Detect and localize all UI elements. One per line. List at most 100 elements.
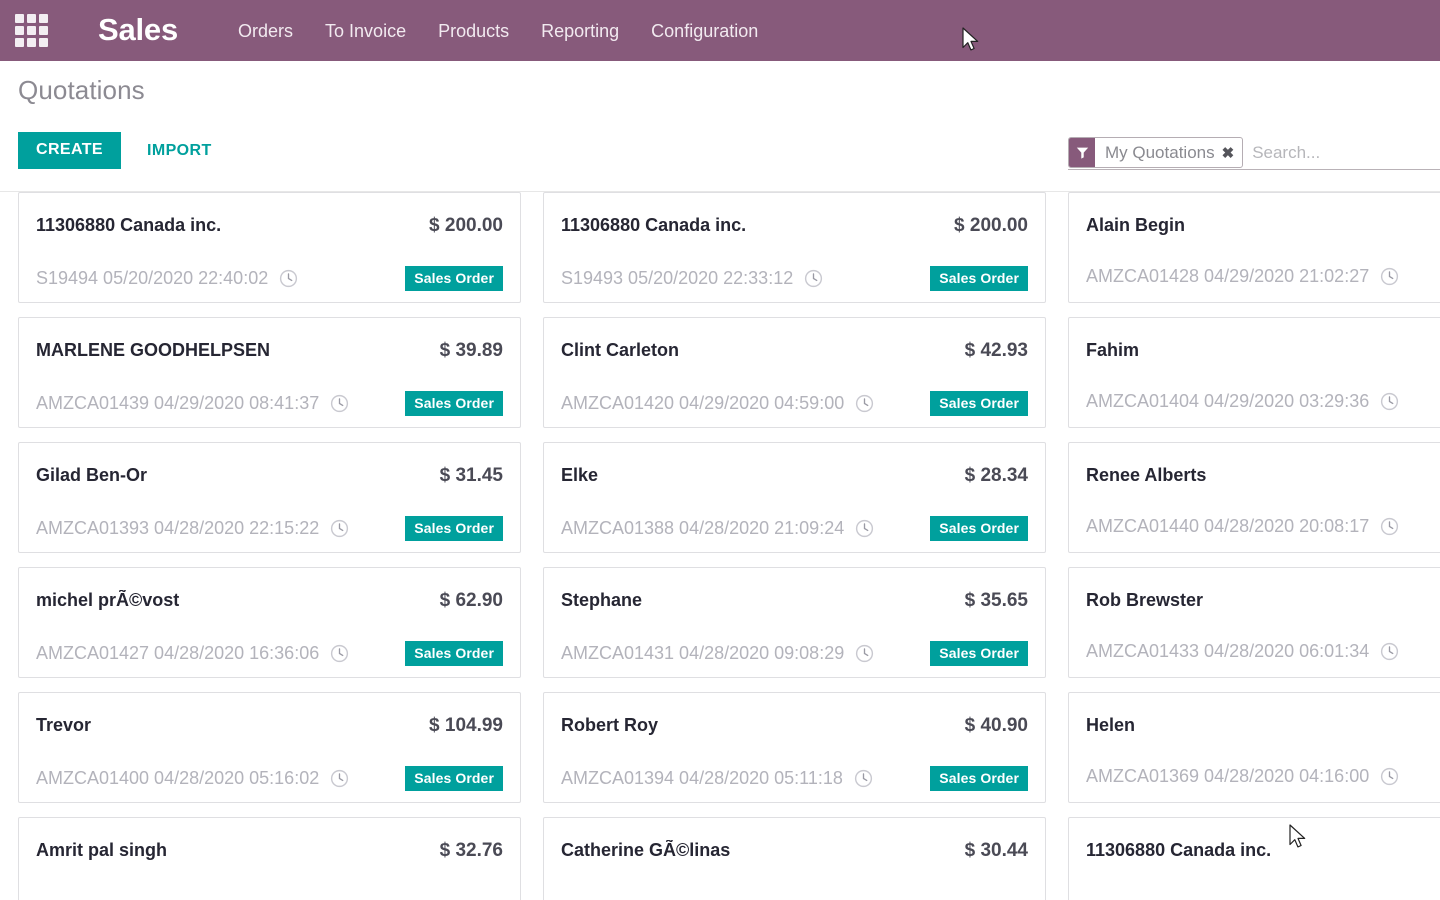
order-reference: AMZCA01428 04/29/2020 21:02:27: [1086, 266, 1369, 287]
search-facet-my-quotations[interactable]: My Quotations ✖: [1068, 137, 1243, 168]
kanban-card[interactable]: Robert Roy $ 40.90 AMZCA01394 04/28/2020…: [543, 692, 1046, 803]
card-header: 11306880 Canada inc. $ 200.00: [19, 215, 520, 237]
customer-name: MARLENE GOODHELPSEN: [36, 340, 430, 361]
nav-item-products[interactable]: Products: [422, 22, 525, 40]
kanban-column-1: 11306880 Canada inc. $ 200.00 S19494 05/…: [18, 192, 543, 900]
close-x-icon[interactable]: ✖: [1222, 138, 1243, 167]
clock-icon: [330, 644, 349, 663]
card-footer: AMZCA01404 04/29/2020 03:29:36: [1069, 391, 1440, 412]
kanban-card[interactable]: Stephane $ 35.65 AMZCA01431 04/28/2020 0…: [543, 567, 1046, 678]
kanban-card[interactable]: 11306880 Canada inc. $ 200.00 S19493 05/…: [543, 192, 1046, 303]
card-footer: S19493 05/20/2020 22:33:12 Sales Order: [544, 266, 1045, 291]
kanban-card[interactable]: michel prÃ©vost $ 62.90 AMZCA01427 04/28…: [18, 567, 521, 678]
customer-name: michel prÃ©vost: [36, 590, 430, 611]
clock-icon: [1380, 267, 1399, 286]
card-header: Helen: [1069, 715, 1440, 736]
grid-apps-icon: [15, 14, 48, 47]
order-reference: S19494 05/20/2020 22:40:02: [36, 268, 268, 289]
kanban-card[interactable]: Fahim AMZCA01404 04/29/2020 03:29:36: [1068, 317, 1440, 428]
kanban-card[interactable]: Amrit pal singh $ 32.76: [18, 817, 521, 900]
card-header: michel prÃ©vost $ 62.90: [19, 590, 520, 612]
kanban-card[interactable]: Clint Carleton $ 42.93 AMZCA01420 04/29/…: [543, 317, 1046, 428]
card-header: 11306880 Canada inc. $ 200.00: [544, 215, 1045, 237]
clock-icon: [1380, 642, 1399, 661]
card-footer: AMZCA01400 04/28/2020 05:16:02 Sales Ord…: [19, 766, 520, 791]
clock-icon: [330, 519, 349, 538]
card-header: 11306880 Canada inc.: [1069, 840, 1440, 861]
card-header: Catherine GÃ©linas $ 30.44: [544, 840, 1045, 862]
card-footer: AMZCA01440 04/28/2020 20:08:17: [1069, 516, 1440, 537]
customer-name: Helen: [1086, 715, 1440, 736]
customer-name: 11306880 Canada inc.: [1086, 840, 1440, 861]
nav-item-to-invoice[interactable]: To Invoice: [309, 22, 422, 40]
nav-item-configuration[interactable]: Configuration: [635, 22, 774, 40]
customer-name: Elke: [561, 465, 955, 486]
status-badge: Sales Order: [405, 516, 503, 541]
filter-funnel-icon: [1069, 138, 1095, 167]
customer-name: Rob Brewster: [1086, 590, 1440, 611]
order-amount: $ 200.00: [429, 215, 503, 237]
order-amount: $ 28.34: [965, 465, 1028, 487]
order-amount: $ 31.45: [440, 465, 503, 487]
customer-name: Catherine GÃ©linas: [561, 840, 955, 861]
order-amount: $ 200.00: [954, 215, 1028, 237]
apps-menu-button[interactable]: [0, 0, 62, 61]
clock-icon: [855, 644, 874, 663]
kanban-card[interactable]: Helen AMZCA01369 04/28/2020 04:16:00: [1068, 692, 1440, 803]
kanban-card[interactable]: 11306880 Canada inc.: [1068, 817, 1440, 900]
customer-name: 11306880 Canada inc.: [561, 215, 944, 236]
app-brand-title[interactable]: Sales: [98, 14, 178, 48]
navbar-menu: Orders To Invoice Products Reporting Con…: [222, 22, 774, 40]
order-amount: $ 39.89: [440, 340, 503, 362]
search-input[interactable]: [1243, 137, 1440, 169]
card-footer: AMZCA01420 04/29/2020 04:59:00 Sales Ord…: [544, 391, 1045, 416]
card-header: Stephane $ 35.65: [544, 590, 1045, 612]
kanban-column-3: Alain Begin AMZCA01428 04/29/2020 21:02:…: [1068, 192, 1440, 900]
card-header: Renee Alberts: [1069, 465, 1440, 486]
customer-name: Trevor: [36, 715, 419, 736]
clock-icon: [1380, 517, 1399, 536]
card-header: Gilad Ben-Or $ 31.45: [19, 465, 520, 487]
card-footer: AMZCA01431 04/28/2020 09:08:29 Sales Ord…: [544, 641, 1045, 666]
create-button[interactable]: CREATE: [18, 132, 121, 169]
order-reference: S19493 05/20/2020 22:33:12: [561, 268, 793, 289]
kanban-card[interactable]: Rob Brewster AMZCA01433 04/28/2020 06:01…: [1068, 567, 1440, 678]
card-header: Fahim: [1069, 340, 1440, 361]
status-badge: Sales Order: [930, 766, 1028, 791]
kanban-card[interactable]: Trevor $ 104.99 AMZCA01400 04/28/2020 05…: [18, 692, 521, 803]
card-header: Elke $ 28.34: [544, 465, 1045, 487]
card-footer: AMZCA01428 04/29/2020 21:02:27: [1069, 266, 1440, 287]
kanban-view[interactable]: 11306880 Canada inc. $ 200.00 S19494 05/…: [0, 192, 1440, 900]
top-navbar: Sales Orders To Invoice Products Reporti…: [0, 0, 1440, 61]
order-amount: $ 40.90: [965, 715, 1028, 737]
card-header: Trevor $ 104.99: [19, 715, 520, 737]
kanban-card[interactable]: MARLENE GOODHELPSEN $ 39.89 AMZCA01439 0…: [18, 317, 521, 428]
kanban-card[interactable]: Alain Begin AMZCA01428 04/29/2020 21:02:…: [1068, 192, 1440, 303]
status-badge: Sales Order: [405, 641, 503, 666]
status-badge: Sales Order: [405, 766, 503, 791]
kanban-card[interactable]: 11306880 Canada inc. $ 200.00 S19494 05/…: [18, 192, 521, 303]
status-badge: Sales Order: [930, 391, 1028, 416]
customer-name: Amrit pal singh: [36, 840, 430, 861]
card-footer: AMZCA01394 04/28/2020 05:11:18 Sales Ord…: [544, 766, 1045, 791]
order-amount: $ 32.76: [440, 840, 503, 862]
clock-icon: [1380, 392, 1399, 411]
order-reference: AMZCA01433 04/28/2020 06:01:34: [1086, 641, 1369, 662]
order-reference: AMZCA01388 04/28/2020 21:09:24: [561, 518, 844, 539]
customer-name: Stephane: [561, 590, 955, 611]
order-amount: $ 104.99: [429, 715, 503, 737]
card-header: Alain Begin: [1069, 215, 1440, 236]
kanban-card[interactable]: Gilad Ben-Or $ 31.45 AMZCA01393 04/28/20…: [18, 442, 521, 553]
kanban-card[interactable]: Elke $ 28.34 AMZCA01388 04/28/2020 21:09…: [543, 442, 1046, 553]
kanban-card[interactable]: Catherine GÃ©linas $ 30.44: [543, 817, 1046, 900]
import-button[interactable]: IMPORT: [147, 143, 212, 159]
card-footer: AMZCA01427 04/28/2020 16:36:06 Sales Ord…: [19, 641, 520, 666]
nav-item-orders[interactable]: Orders: [222, 22, 309, 40]
order-reference: AMZCA01440 04/28/2020 20:08:17: [1086, 516, 1369, 537]
control-panel: Quotations CREATE IMPORT My Quotations ✖…: [0, 61, 1440, 192]
kanban-card[interactable]: Renee Alberts AMZCA01440 04/28/2020 20:0…: [1068, 442, 1440, 553]
status-badge: Sales Order: [405, 391, 503, 416]
card-footer: AMZCA01369 04/28/2020 04:16:00: [1069, 766, 1440, 787]
card-footer: AMZCA01393 04/28/2020 22:15:22 Sales Ord…: [19, 516, 520, 541]
nav-item-reporting[interactable]: Reporting: [525, 22, 635, 40]
